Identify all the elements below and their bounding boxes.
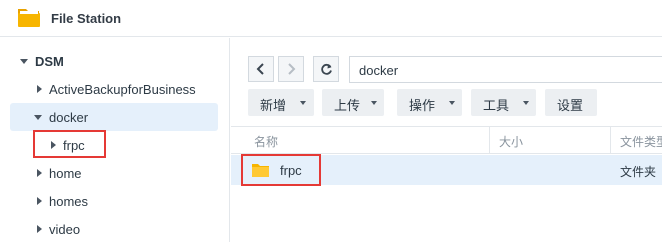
path-input[interactable]: docker [349, 56, 662, 83]
tree-item-label: home [49, 166, 82, 181]
tree-item-dsm[interactable]: DSM [0, 47, 230, 75]
chevron-left-icon [256, 63, 264, 75]
tools-button[interactable]: 工具 [471, 89, 536, 116]
column-header-type[interactable]: 文件类型 [620, 133, 662, 150]
create-button[interactable]: 新增 [248, 89, 314, 116]
tree-item-label: homes [49, 194, 89, 209]
app-title: File Station [51, 11, 122, 26]
column-header-name[interactable]: 名称 [254, 133, 278, 150]
refresh-icon [321, 63, 332, 75]
tree-item-label: docker [49, 110, 89, 125]
highlight-box [33, 130, 106, 158]
tree-item-label: DSM [35, 54, 64, 69]
caret-down-icon [523, 101, 529, 105]
tree-item-home[interactable]: home [0, 159, 230, 187]
tools-button-label: 工具 [483, 98, 510, 113]
chevron-right-icon [288, 63, 296, 75]
action-button[interactable]: 操作 [397, 89, 462, 116]
settings-button[interactable]: 设置 [545, 89, 597, 116]
tree-item-label: video [49, 222, 81, 237]
collapse-arrow-icon[interactable] [37, 197, 42, 205]
tree-item-video[interactable]: video [0, 215, 230, 242]
caret-down-icon [371, 101, 377, 105]
create-button-label: 新增 [260, 98, 287, 113]
caret-down-icon [300, 101, 306, 105]
file-list-header: 名称 大小 文件类型 [231, 126, 662, 154]
file-panel: docker 新增 上传 操作 工具 设置 名称 大小 文件类型 frpc 文件… [231, 38, 662, 242]
column-header-size[interactable]: 大小 [499, 133, 523, 150]
collapse-arrow-icon[interactable] [37, 169, 42, 177]
tree-item-label: ActiveBackupforBusiness [49, 82, 196, 97]
collapse-arrow-icon[interactable] [37, 85, 42, 93]
settings-button-label: 设置 [557, 98, 584, 113]
action-button-label: 操作 [409, 98, 436, 113]
tree-item-homes[interactable]: homes [0, 187, 230, 215]
upload-button-label: 上传 [334, 98, 361, 113]
tree-item-docker[interactable]: docker [0, 103, 230, 131]
title-bar: File Station [0, 0, 662, 37]
upload-button[interactable]: 上传 [322, 89, 384, 116]
file-station-folder-icon [18, 9, 40, 27]
column-divider[interactable] [489, 127, 490, 154]
caret-down-icon [449, 101, 455, 105]
highlight-box [241, 154, 321, 186]
file-type: 文件夹 [620, 165, 657, 179]
column-divider[interactable] [610, 127, 611, 154]
tree-item-activebackupforbusiness[interactable]: ActiveBackupforBusiness [0, 75, 230, 103]
forward-button[interactable] [278, 56, 304, 82]
expand-arrow-icon[interactable] [20, 59, 28, 64]
expand-arrow-icon[interactable] [34, 115, 42, 120]
collapse-arrow-icon[interactable] [37, 225, 42, 233]
refresh-button[interactable] [313, 56, 339, 82]
path-text: docker [359, 63, 399, 78]
folder-tree: DSM ActiveBackupforBusiness docker frpc … [0, 38, 230, 242]
back-button[interactable] [248, 56, 274, 82]
